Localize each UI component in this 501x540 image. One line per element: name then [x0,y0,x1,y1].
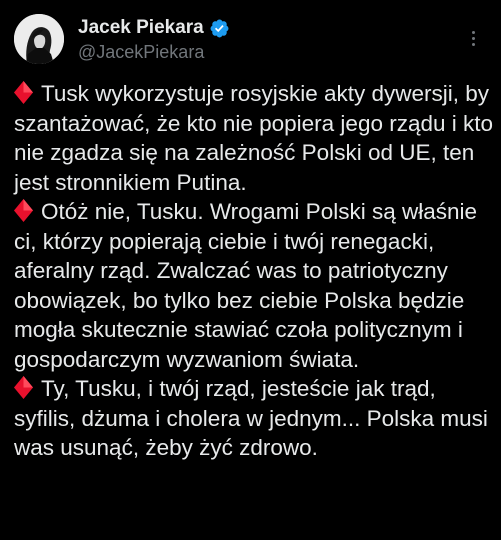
tweet: Jacek Piekara @JacekPiekara Tusk wykorzy… [0,0,501,540]
handle[interactable]: @JacekPiekara [78,42,230,63]
tweet-header: Jacek Piekara @JacekPiekara [14,12,487,68]
tweet-paragraph: Ty, Tusku, i twój rząd, jesteście jak tr… [14,374,494,463]
more-dot [471,30,475,34]
red-diamond-icon [14,81,33,104]
tweet-text: Tusk wykorzystuje rosyjskie akty dywersj… [14,79,494,463]
avatar[interactable] [14,14,64,64]
more-options-icon[interactable] [461,26,485,50]
paragraph-text: Tusk wykorzystuje rosyjskie akty dywersj… [14,81,494,195]
tweet-paragraph: Tusk wykorzystuje rosyjskie akty dywersj… [14,79,494,197]
tweet-paragraph: Otóż nie, Tusku. Wrogami Polski są właśn… [14,197,494,374]
more-dot [471,36,475,40]
paragraph-text: Otóż nie, Tusku. Wrogami Polski są właśn… [14,199,478,372]
display-name[interactable]: Jacek Piekara [78,17,204,39]
name-block: Jacek Piekara @JacekPiekara [78,16,230,63]
red-diamond-icon [14,376,33,399]
red-diamond-icon [14,199,33,222]
verified-badge-icon[interactable] [209,18,230,39]
name-row: Jacek Piekara [78,16,230,40]
avatar-portrait [14,14,64,64]
paragraph-text: Ty, Tusku, i twój rząd, jesteście jak tr… [14,376,488,460]
more-dot [471,42,475,46]
